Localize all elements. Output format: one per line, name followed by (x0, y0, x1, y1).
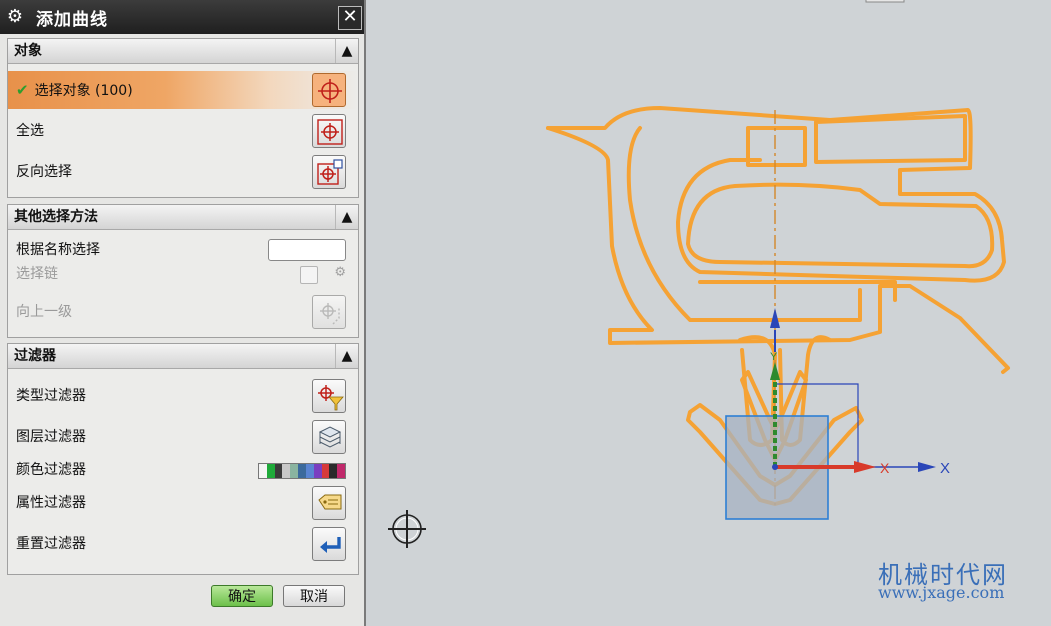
type-filter-button[interactable] (312, 379, 346, 413)
select-chain-checkbox[interactable] (300, 266, 318, 284)
reset-filter-row: 重置过滤器 (8, 525, 358, 563)
other-methods-section: 其他选择方法 ▲ 根据名称选择 选择链 ⚙ 向上一级 (7, 204, 359, 338)
x-axis-blue-arrow-icon (918, 462, 936, 472)
color-swatch (290, 464, 299, 478)
attribute-filter-label: 属性过滤器 (16, 495, 86, 511)
type-filter-label: 类型过滤器 (16, 388, 86, 404)
attribute-filter-row: 属性过滤器 (8, 484, 358, 522)
collapse-up-icon[interactable]: ▲ (335, 344, 358, 368)
reset-filter-button[interactable] (312, 527, 346, 561)
reset-filter-label: 重置过滤器 (16, 536, 86, 552)
objects-section-title: 对象 (14, 43, 42, 59)
layer-filter-label: 图层过滤器 (16, 429, 86, 445)
invert-selection-icon (317, 159, 343, 185)
toolbar-stub (865, 0, 905, 3)
gear-icon[interactable]: ⚙ (4, 6, 26, 28)
color-swatch (321, 464, 330, 478)
type-filter-icon (318, 385, 344, 411)
objects-section: 对象 ▲ ✔ 选择对象 (100) 全选 反向选择 (7, 38, 359, 198)
color-swatch (305, 464, 314, 478)
graphics-window[interactable]: X X Y (368, 0, 1051, 626)
checkmark-icon: ✔ (16, 81, 29, 99)
ok-button[interactable]: 确定 (211, 585, 273, 607)
color-swatch (274, 464, 283, 478)
select-all-icon (317, 119, 343, 145)
select-objects-button[interactable] (312, 73, 346, 107)
color-filter-swatch-bar[interactable] (258, 463, 346, 479)
select-all-row: 全选 (8, 112, 358, 150)
up-one-level-button[interactable] (312, 295, 346, 329)
select-chain-label: 选择链 (16, 266, 58, 282)
layer-filter-row: 图层过滤器 (8, 418, 358, 456)
csys-origin[interactable] (772, 464, 778, 470)
color-swatch (329, 464, 338, 478)
add-curve-dialog: ⚙ 添加曲线 ✕ 对象 ▲ ✔ 选择对象 (100) 全选 反向选择 其他选择方… (0, 0, 366, 626)
layer-filter-button[interactable] (312, 420, 346, 454)
watermark-url: www.jxage.com (878, 583, 1005, 602)
close-button[interactable]: ✕ (338, 6, 362, 30)
up-one-level-row: 向上一级 (8, 293, 358, 331)
up-one-level-label: 向上一级 (16, 304, 72, 320)
select-all-label: 全选 (16, 123, 44, 139)
filters-section-title: 过滤器 (14, 348, 56, 364)
layer-filter-icon (318, 426, 342, 448)
type-filter-row: 类型过滤器 (8, 377, 358, 415)
cancel-button[interactable]: 取消 (283, 585, 345, 607)
collapse-up-icon[interactable]: ▲ (335, 205, 358, 229)
filters-section-header[interactable]: 过滤器 ▲ (8, 344, 358, 369)
dialog-titlebar: ⚙ 添加曲线 ✕ (0, 0, 364, 34)
x-axis-blue-label: X (940, 460, 950, 477)
y-axis-label: Y (770, 351, 778, 363)
invert-selection-label: 反向选择 (16, 164, 72, 180)
filters-section: 过滤器 ▲ 类型过滤器 图层过滤器 颜色过滤器 属性过滤器 重置过滤器 (7, 343, 359, 575)
select-by-name-input[interactable] (268, 239, 346, 261)
tag-icon (318, 494, 342, 510)
x-axis-red-arrow-icon (854, 461, 876, 473)
color-swatch (282, 464, 291, 478)
other-methods-section-title: 其他选择方法 (14, 209, 98, 225)
x-axis-red-label: X (880, 460, 890, 476)
color-swatch (266, 464, 275, 478)
collapse-up-icon[interactable]: ▲ (335, 39, 358, 63)
crosshair-icon (318, 79, 342, 103)
up-level-icon (320, 303, 340, 325)
dialog-title: 添加曲线 (36, 9, 108, 30)
select-chain-row: 选择链 ⚙ (8, 259, 358, 289)
select-objects-row[interactable]: ✔ 选择对象 (100) (8, 71, 358, 109)
crosshair-cursor-icon (388, 510, 426, 548)
reset-arrow-icon (320, 537, 341, 553)
color-swatch (313, 464, 322, 478)
other-methods-section-header[interactable]: 其他选择方法 ▲ (8, 205, 358, 230)
color-swatch (259, 464, 267, 478)
select-objects-label: 选择对象 (100) (34, 83, 133, 99)
color-swatch (337, 464, 345, 478)
color-swatch (298, 464, 306, 478)
objects-section-header[interactable]: 对象 ▲ (8, 39, 358, 64)
color-filter-label: 颜色过滤器 (16, 462, 86, 478)
color-filter-row: 颜色过滤器 (8, 456, 358, 484)
invert-selection-button[interactable] (312, 155, 346, 189)
invert-selection-row: 反向选择 (8, 153, 358, 191)
chain-settings-icon[interactable]: ⚙ (334, 265, 346, 280)
attribute-filter-button[interactable] (312, 486, 346, 520)
select-all-button[interactable] (312, 114, 346, 148)
